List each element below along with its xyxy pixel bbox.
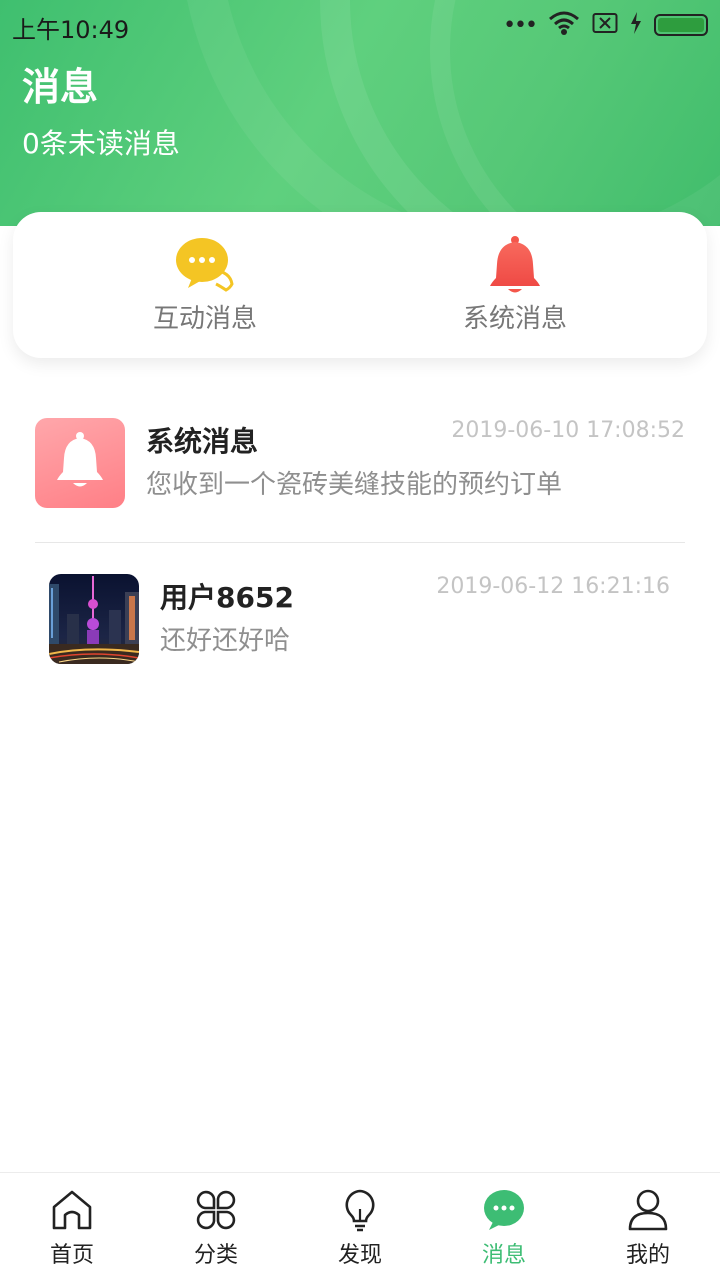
more-dots: ••• [503,12,538,38]
tab-label: 分类 [193,1243,238,1268]
message-icon [481,1187,527,1233]
tab-messages[interactable]: 消息 [432,1187,576,1269]
home-icon [49,1187,95,1233]
message-preview: 还好还好哈 [160,626,291,656]
wifi-icon [548,10,580,40]
city-night-photo [49,574,139,664]
message-category-card: 互动消息 系统消息 [13,212,707,358]
list-item-system-message[interactable]: 系统消息 您收到一个瓷砖美缝技能的预约订单 2019-06-10 17:08:5… [35,418,685,518]
header-banner: 上午10:49 ••• 消息 0条未读消息 [0,0,720,226]
avatar [49,574,139,664]
message-time: 2019-06-12 16:21:16 [436,574,670,599]
category-icon [193,1187,239,1233]
chat-bubble-icon [174,234,236,296]
status-bar: 上午10:49 ••• [0,0,720,50]
message-time: 2019-06-10 17:08:52 [451,418,685,443]
category-label: 系统消息 [462,304,567,334]
bell-icon [484,234,546,296]
unread-count: 0条未读消息 [22,127,180,160]
battery-level [658,18,704,32]
category-system-messages[interactable]: 系统消息 [415,234,615,335]
charging-icon [630,12,642,38]
category-label: 互动消息 [152,304,257,334]
tab-category[interactable]: 分类 [144,1187,288,1269]
tab-label: 消息 [481,1243,526,1268]
battery-icon [654,14,708,36]
category-interactive-messages[interactable]: 互动消息 [105,234,305,335]
status-icons: ••• [503,10,708,40]
status-time: 上午10:49 [12,16,130,44]
message-sender: 用户8652 [160,581,294,614]
tab-discover[interactable]: 发现 [288,1187,432,1269]
tab-label: 首页 [49,1243,94,1268]
bottom-tab-bar: 首页 分类 发现 消息 我的 [0,1172,720,1280]
message-preview: 您收到一个瓷砖美缝技能的预约订单 [146,470,563,500]
tab-label: 发现 [337,1243,382,1268]
user-icon [625,1187,671,1233]
system-message-avatar [35,418,125,508]
bell-icon [57,432,103,487]
list-divider [35,542,685,543]
tab-home[interactable]: 首页 [0,1187,144,1269]
message-sender: 系统消息 [146,425,259,458]
sim-x-icon [592,12,618,38]
page-title: 消息 [22,65,99,109]
tab-label: 我的 [625,1243,670,1268]
list-item-user-message[interactable]: 用户8652 还好还好哈 2019-06-12 16:21:16 [49,574,670,674]
tab-profile[interactable]: 我的 [576,1187,720,1269]
lightbulb-icon [337,1187,383,1233]
